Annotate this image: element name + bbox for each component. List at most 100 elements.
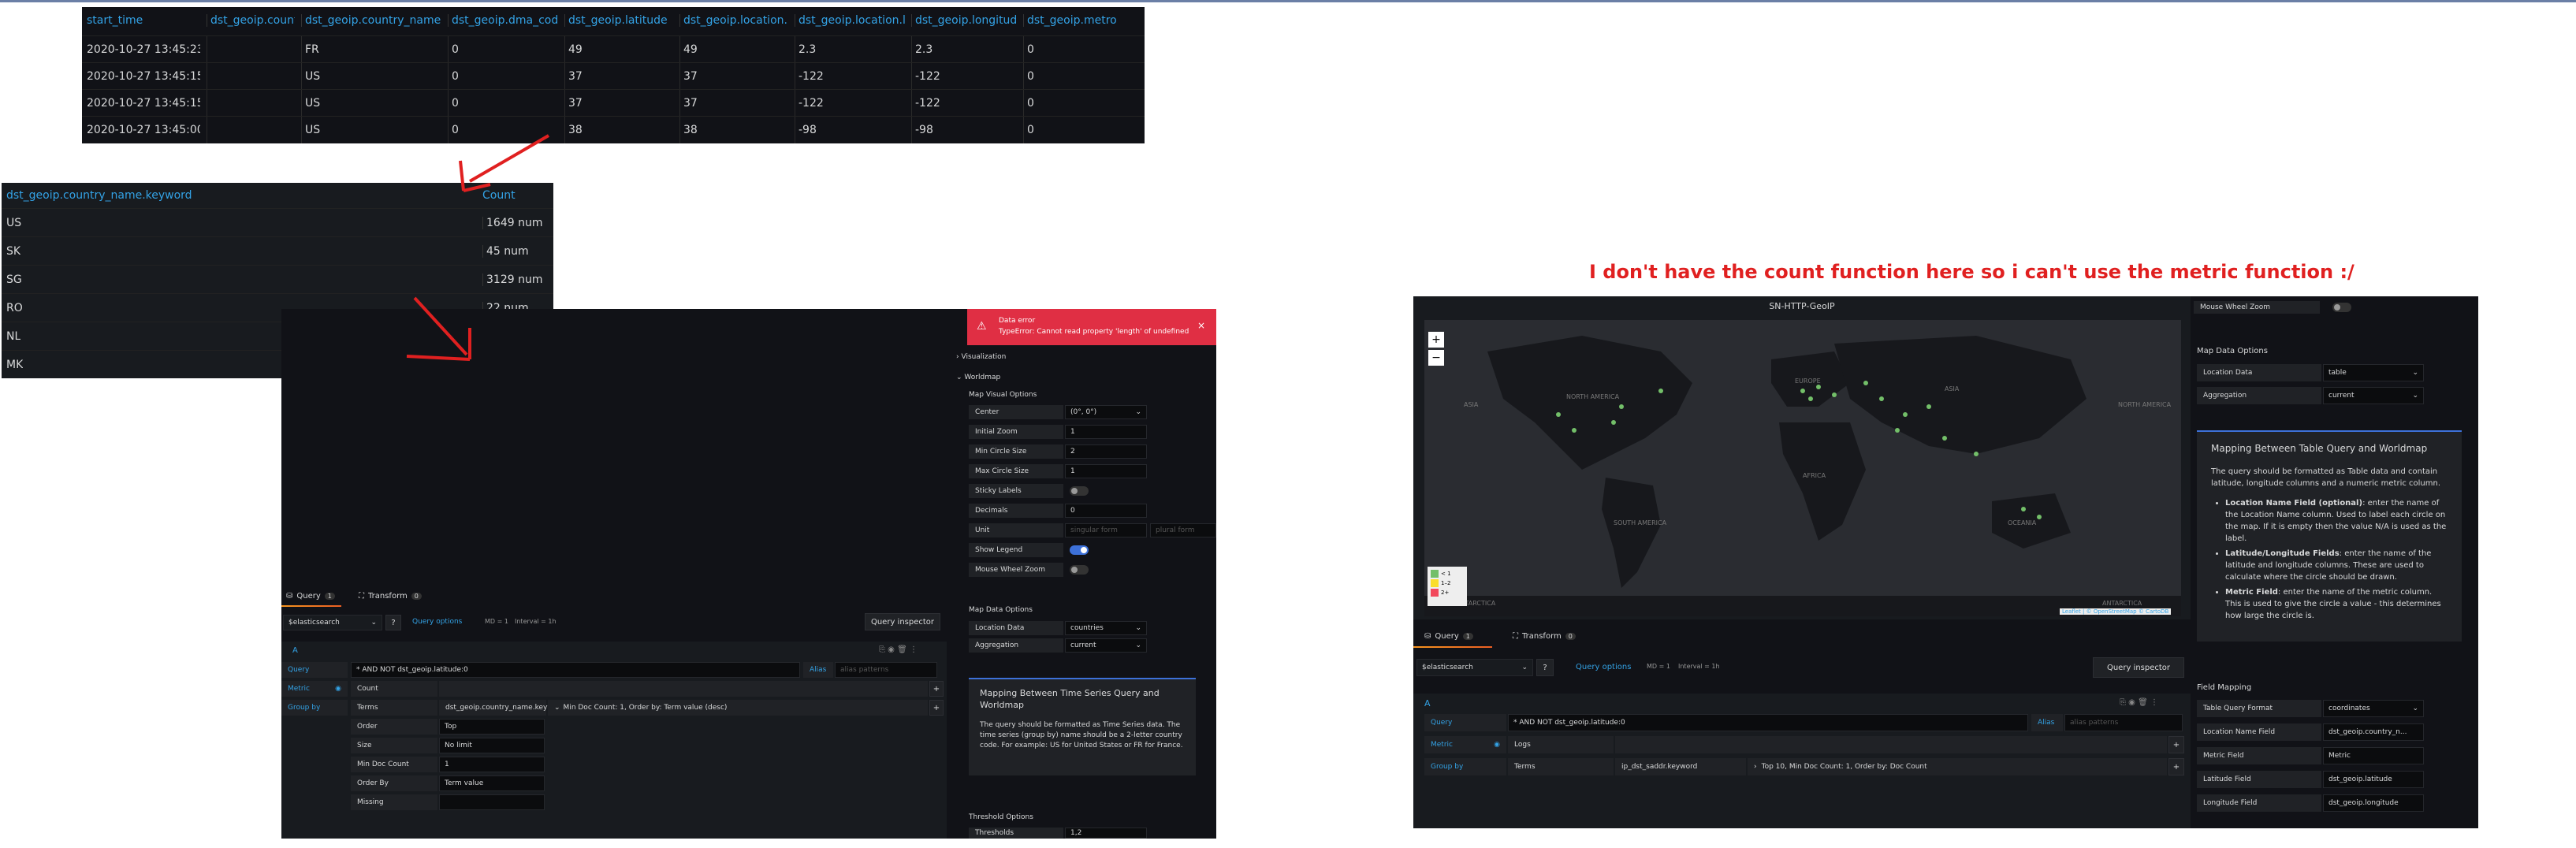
visual-option-toggle[interactable]: [1070, 545, 1089, 555]
map-marker[interactable]: [1572, 428, 1576, 433]
visual-option-value[interactable]: 1: [1065, 464, 1147, 478]
left-add-metric[interactable]: +: [929, 681, 944, 697]
arrow-2-shaft: [413, 296, 468, 356]
right-mouse-wheel-toggle[interactable]: [2332, 303, 2351, 312]
left-terms-summary[interactable]: ⌄ Min Doc Count: 1, Order by: Term value …: [548, 700, 928, 716]
visual-option-value[interactable]: (0°, 0°) ⌄: [1065, 405, 1147, 419]
left-help-button[interactable]: ?: [385, 615, 401, 630]
top-table-header[interactable]: dst_geoip.country_name: [301, 14, 441, 27]
visual-option-value[interactable]: 0: [1065, 504, 1147, 518]
right-terms-field[interactable]: ip_dst_saddr.keyword: [1615, 758, 1746, 775]
map-attribution[interactable]: Leaflet | © OpenStreetMap © CartoDB: [2060, 608, 2172, 615]
field-mapping-input[interactable]: Metric: [2323, 747, 2424, 764]
left-metric-value[interactable]: Count: [351, 681, 437, 697]
zoom-out-button[interactable]: −: [1428, 349, 1445, 366]
right-tab-transform[interactable]: ⛶ Transform 0: [1513, 626, 1576, 646]
right-panel-title[interactable]: SN-HTTP-GeoIP: [1413, 301, 2191, 311]
group-option-value[interactable]: 1: [439, 757, 545, 772]
group-option-value[interactable]: Term value: [439, 775, 545, 791]
count-table-key: RO: [6, 302, 23, 314]
unit-plural-input[interactable]: plural form: [1150, 523, 1216, 537]
right-tab-query[interactable]: ⛁ Query 1: [1424, 626, 1473, 646]
world-map[interactable]: NORTH AMERICA SOUTH AMERICA EUROPE AFRIC…: [1424, 320, 2181, 616]
zoom-in-button[interactable]: +: [1428, 331, 1445, 348]
right-query-options[interactable]: Query options: [1576, 663, 1631, 671]
section-worldmap[interactable]: ⌄ Worldmap: [956, 374, 1000, 381]
top-table-header[interactable]: dst_geoip.location.lat: [679, 14, 788, 27]
right-datasource-select[interactable]: $elasticsearch ⌄: [1416, 659, 1533, 676]
left-add-groupby[interactable]: +: [929, 700, 944, 716]
right-terms-summary[interactable]: › Top 10, Min Doc Count: 1, Order by: Doc…: [1748, 758, 2167, 775]
map-marker[interactable]: [1658, 389, 1663, 393]
right-add-groupby[interactable]: +: [2168, 758, 2184, 775]
right-metric-value[interactable]: Logs: [1508, 736, 1614, 753]
map-marker[interactable]: [1942, 436, 1947, 441]
left-query-options[interactable]: Query options: [412, 618, 462, 626]
map-marker[interactable]: [1619, 404, 1624, 409]
map-marker[interactable]: [2021, 507, 2026, 511]
close-icon[interactable]: ×: [1197, 320, 1205, 331]
top-table-header[interactable]: dst_geoip.metro: [1023, 14, 1143, 27]
visual-option-value[interactable]: 1: [1065, 425, 1147, 439]
top-table-header[interactable]: dst_geoip.location.lo: [795, 14, 905, 27]
left-tab-transform[interactable]: ⛶ Transform 0: [359, 586, 422, 605]
data-option-select[interactable]: current ⌄: [1065, 638, 1147, 653]
left-datasource-select[interactable]: $elasticsearch ⌄: [283, 615, 382, 630]
field-mapping-input[interactable]: dst_geoip.country_n...: [2323, 723, 2424, 741]
right-query-input[interactable]: * AND NOT dst_geoip.latitude:0: [1508, 714, 2028, 731]
left-terms-field[interactable]: dst_geoip.country_name.keyword: [439, 700, 564, 716]
map-marker[interactable]: [1816, 385, 1821, 389]
data-option-select[interactable]: table ⌄: [2323, 364, 2424, 381]
top-table-header[interactable]: dst_geoip.dma_code: [448, 14, 558, 27]
visual-option-toggle[interactable]: [1070, 565, 1089, 575]
right-terms[interactable]: Terms: [1508, 758, 1614, 775]
top-table-header[interactable]: start_time: [87, 14, 200, 27]
map-marker[interactable]: [1974, 452, 1979, 456]
right-query-actions[interactable]: ⎘ ◉ 🗑 ⋮: [2120, 698, 2158, 707]
group-option-value[interactable]: No limit: [439, 738, 545, 753]
map-marker[interactable]: [1832, 392, 1837, 397]
data-option-select[interactable]: current ⌄: [2323, 387, 2424, 404]
map-marker[interactable]: [1863, 381, 1868, 385]
right-query-letter[interactable]: A: [1424, 698, 1431, 709]
data-option-select[interactable]: countries ⌄: [1065, 621, 1147, 635]
right-help-button[interactable]: ?: [1536, 659, 1554, 676]
count-table-header-keyword[interactable]: dst_geoip.country_name.keyword: [6, 189, 192, 202]
top-table-header[interactable]: dst_geoip.longitude: [911, 14, 1017, 27]
left-tab-query[interactable]: ⛁ Query 1: [286, 586, 335, 605]
visual-option-value[interactable]: 2: [1065, 444, 1147, 459]
eye-icon[interactable]: ◉: [1494, 741, 1500, 749]
map-marker[interactable]: [1556, 412, 1561, 417]
left-terms[interactable]: Terms: [351, 700, 437, 716]
threshold-input[interactable]: 1,2: [1065, 828, 1147, 839]
top-table-header[interactable]: dst_geoip.country_co: [207, 14, 295, 27]
map-marker[interactable]: [1611, 420, 1616, 425]
unit-singular-input[interactable]: singular form: [1065, 523, 1147, 537]
map-marker[interactable]: [2037, 515, 2042, 519]
left-alias-input[interactable]: alias patterns: [835, 662, 937, 678]
section-visualization[interactable]: › Visualization: [956, 353, 1006, 361]
field-mapping-input[interactable]: coordinates ⌄: [2323, 700, 2424, 717]
group-option-value[interactable]: Top: [439, 719, 545, 735]
right-add-metric[interactable]: +: [2168, 736, 2184, 753]
map-marker[interactable]: [1903, 412, 1908, 417]
map-marker[interactable]: [1895, 428, 1900, 433]
map-marker[interactable]: [1808, 396, 1813, 401]
left-query-inspector[interactable]: Query inspector: [865, 613, 940, 630]
map-marker[interactable]: [1800, 389, 1805, 393]
eye-icon[interactable]: ◉: [335, 685, 341, 693]
group-option-value[interactable]: [439, 794, 545, 810]
map-marker[interactable]: [1926, 404, 1931, 409]
left-query-actions[interactable]: ⎘ ◉ 🗑 ⋮: [879, 645, 918, 654]
visual-option-toggle[interactable]: [1070, 486, 1089, 496]
field-mapping-input[interactable]: dst_geoip.latitude: [2323, 771, 2424, 788]
right-query-inspector[interactable]: Query inspector: [2093, 657, 2184, 678]
left-query-letter[interactable]: A: [292, 646, 298, 655]
right-alias-input[interactable]: alias patterns: [2064, 714, 2183, 731]
left-query-input[interactable]: * AND NOT dst_geoip.latitude:0: [351, 662, 800, 678]
map-marker[interactable]: [1879, 396, 1884, 401]
field-mapping-input[interactable]: dst_geoip.longitude: [2323, 794, 2424, 812]
map-label-asia-left: ASIA: [1464, 401, 1479, 408]
top-table-header[interactable]: dst_geoip.latitude: [564, 14, 673, 27]
visual-option-label: Max Circle Size: [969, 464, 1063, 478]
